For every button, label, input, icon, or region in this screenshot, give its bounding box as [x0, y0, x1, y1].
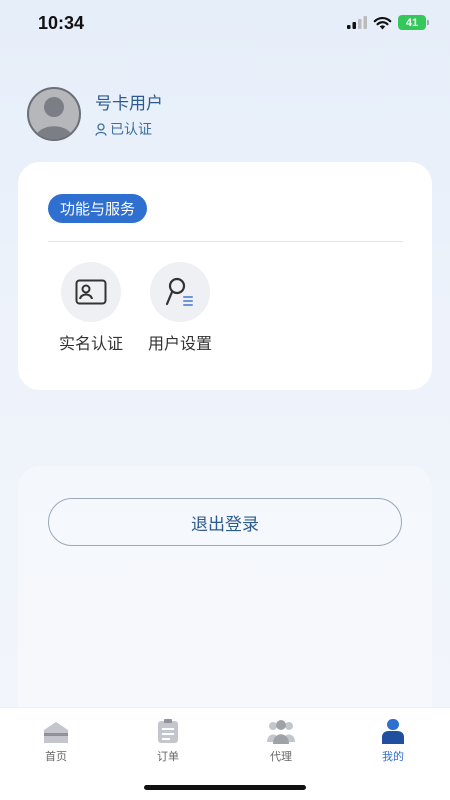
divider — [48, 241, 403, 242]
agent-icon — [267, 720, 295, 744]
status-bar: 10:34 41 — [0, 0, 450, 48]
verified-label: 已认证 — [110, 122, 152, 138]
cellular-signal-icon — [347, 16, 367, 29]
user-outline-icon — [95, 122, 107, 136]
tab-label: 首页 — [45, 750, 67, 763]
section-title: 功能与服务 — [48, 194, 148, 223]
services-card: 功能与服务 实名认证 用户设置 — [18, 162, 432, 390]
order-icon — [158, 719, 178, 743]
default-avatar-icon — [35, 97, 73, 139]
service-item-user-settings[interactable]: 用户设置 — [135, 262, 225, 354]
tab-profile[interactable]: 我的 — [363, 718, 423, 764]
avatar[interactable] — [27, 87, 81, 141]
verified-status: 已认证 — [95, 119, 163, 139]
profile-icon — [382, 719, 404, 744]
id-card-icon — [61, 262, 121, 322]
tab-home[interactable]: 首页 — [26, 718, 86, 764]
tab-label: 代理 — [270, 750, 292, 763]
profile-header[interactable]: 号卡用户 已认证 — [27, 86, 163, 142]
status-time: 10:34 — [38, 13, 85, 33]
tab-label: 订单 — [157, 750, 179, 763]
logout-panel: 退出登录 — [18, 466, 432, 726]
tab-agent[interactable]: 代理 — [251, 718, 311, 764]
status-icons: 41 — [347, 15, 429, 30]
service-label: 用户设置 — [147, 334, 212, 353]
service-item-real-name[interactable]: 实名认证 — [46, 262, 136, 354]
battery-level: 41 — [405, 16, 419, 29]
profile-text: 号卡用户 已认证 — [95, 89, 163, 139]
service-label: 实名认证 — [58, 334, 123, 353]
tab-label: 我的 — [382, 750, 404, 763]
logout-button[interactable]: 退出登录 — [48, 498, 402, 546]
battery-icon: 41 — [398, 15, 429, 30]
username: 号卡用户 — [95, 94, 163, 114]
tab-orders[interactable]: 订单 — [138, 718, 198, 764]
home-icon — [44, 722, 68, 743]
home-indicator — [144, 785, 306, 790]
user-settings-icon — [150, 262, 210, 322]
wifi-icon — [373, 16, 392, 29]
